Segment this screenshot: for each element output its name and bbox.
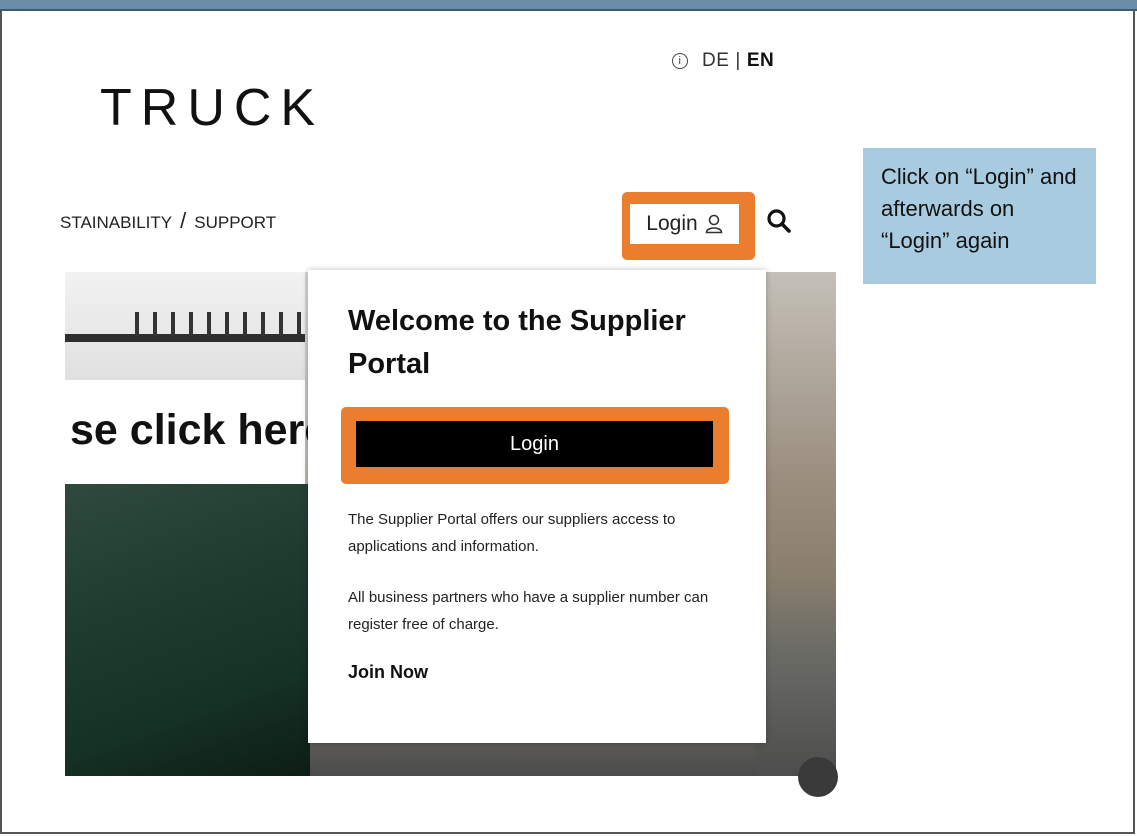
login-dropdown-panel: Welcome to the Supplier Portal Login The… [308,270,766,743]
scroll-indicator[interactable] [798,757,838,797]
truck-roof-rack-image [65,312,305,342]
language-switcher: i DE | EN [672,49,774,73]
search-icon[interactable] [766,208,792,234]
green-truck-image [65,484,310,776]
hero-trees-image [755,272,836,776]
nav-item-support[interactable]: SUPPORT [194,213,276,232]
join-now-link[interactable]: Join Now [348,662,428,683]
panel-title: Welcome to the Supplier Portal [348,305,686,380]
panel-description-1: The Supplier Portal offers our suppliers… [348,511,676,555]
header-login-label: Login [646,212,698,235]
panel-description-2: All business partners who have a supplie… [348,589,709,633]
main-navigation: STAINABILITY / SUPPORT [60,208,310,234]
hero-heading[interactable]: se click here [70,406,328,455]
header-login-button[interactable]: Login [630,204,739,244]
info-icon[interactable]: i [672,53,688,69]
lang-separator: | [735,50,741,71]
instruction-callout: Click on “Login” and afterwards on “Logi… [863,148,1096,284]
nav-item-sustainability[interactable]: STAINABILITY [60,213,172,232]
panel-login-button[interactable]: Login [356,421,713,467]
nav-separator: / [180,208,187,233]
lang-de-link[interactable]: DE [702,50,729,72]
lang-en-link[interactable]: EN [747,50,774,72]
truck-logo[interactable]: TRUCK [100,78,324,138]
user-icon [705,214,722,234]
